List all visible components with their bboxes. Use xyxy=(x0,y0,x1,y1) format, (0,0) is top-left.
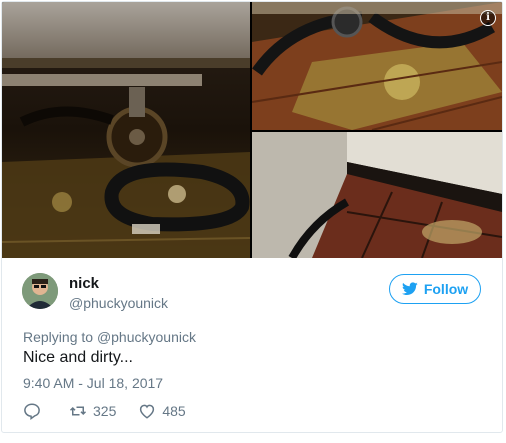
timestamp[interactable]: 9:40 AM - Jul 18, 2017 xyxy=(23,375,163,391)
info-icon[interactable]: i xyxy=(480,10,496,26)
follow-label: Follow xyxy=(423,281,469,297)
user-handle[interactable]: @phuckyounick xyxy=(69,295,168,311)
photo-grid: i xyxy=(2,2,502,258)
reply-button[interactable] xyxy=(23,402,47,420)
photo-1[interactable] xyxy=(2,2,250,258)
replying-to: Replying to @phuckyounick xyxy=(23,329,196,345)
like-count: 485 xyxy=(162,403,186,419)
twitter-bird-icon xyxy=(401,282,418,295)
photo-3[interactable] xyxy=(252,132,502,258)
reply-icon xyxy=(24,403,40,420)
retweet-count: 325 xyxy=(93,403,117,419)
tweet-card: i nick @phuckyounick Follow Replying to … xyxy=(1,1,503,433)
avatar[interactable] xyxy=(22,273,58,309)
like-button[interactable]: 485 xyxy=(138,402,186,420)
heart-icon xyxy=(140,404,155,419)
replying-to-link[interactable]: @phuckyounick xyxy=(97,329,196,345)
tweet-text: Nice and dirty... xyxy=(23,349,133,366)
retweet-button[interactable]: 325 xyxy=(69,402,116,420)
action-bar: 325 485 xyxy=(23,402,208,420)
replying-prefix: Replying to xyxy=(23,329,94,345)
user-name[interactable]: nick xyxy=(69,275,99,292)
photo-2[interactable]: i xyxy=(252,2,502,130)
follow-button[interactable]: Follow xyxy=(389,274,481,304)
retweet-icon xyxy=(69,406,87,416)
